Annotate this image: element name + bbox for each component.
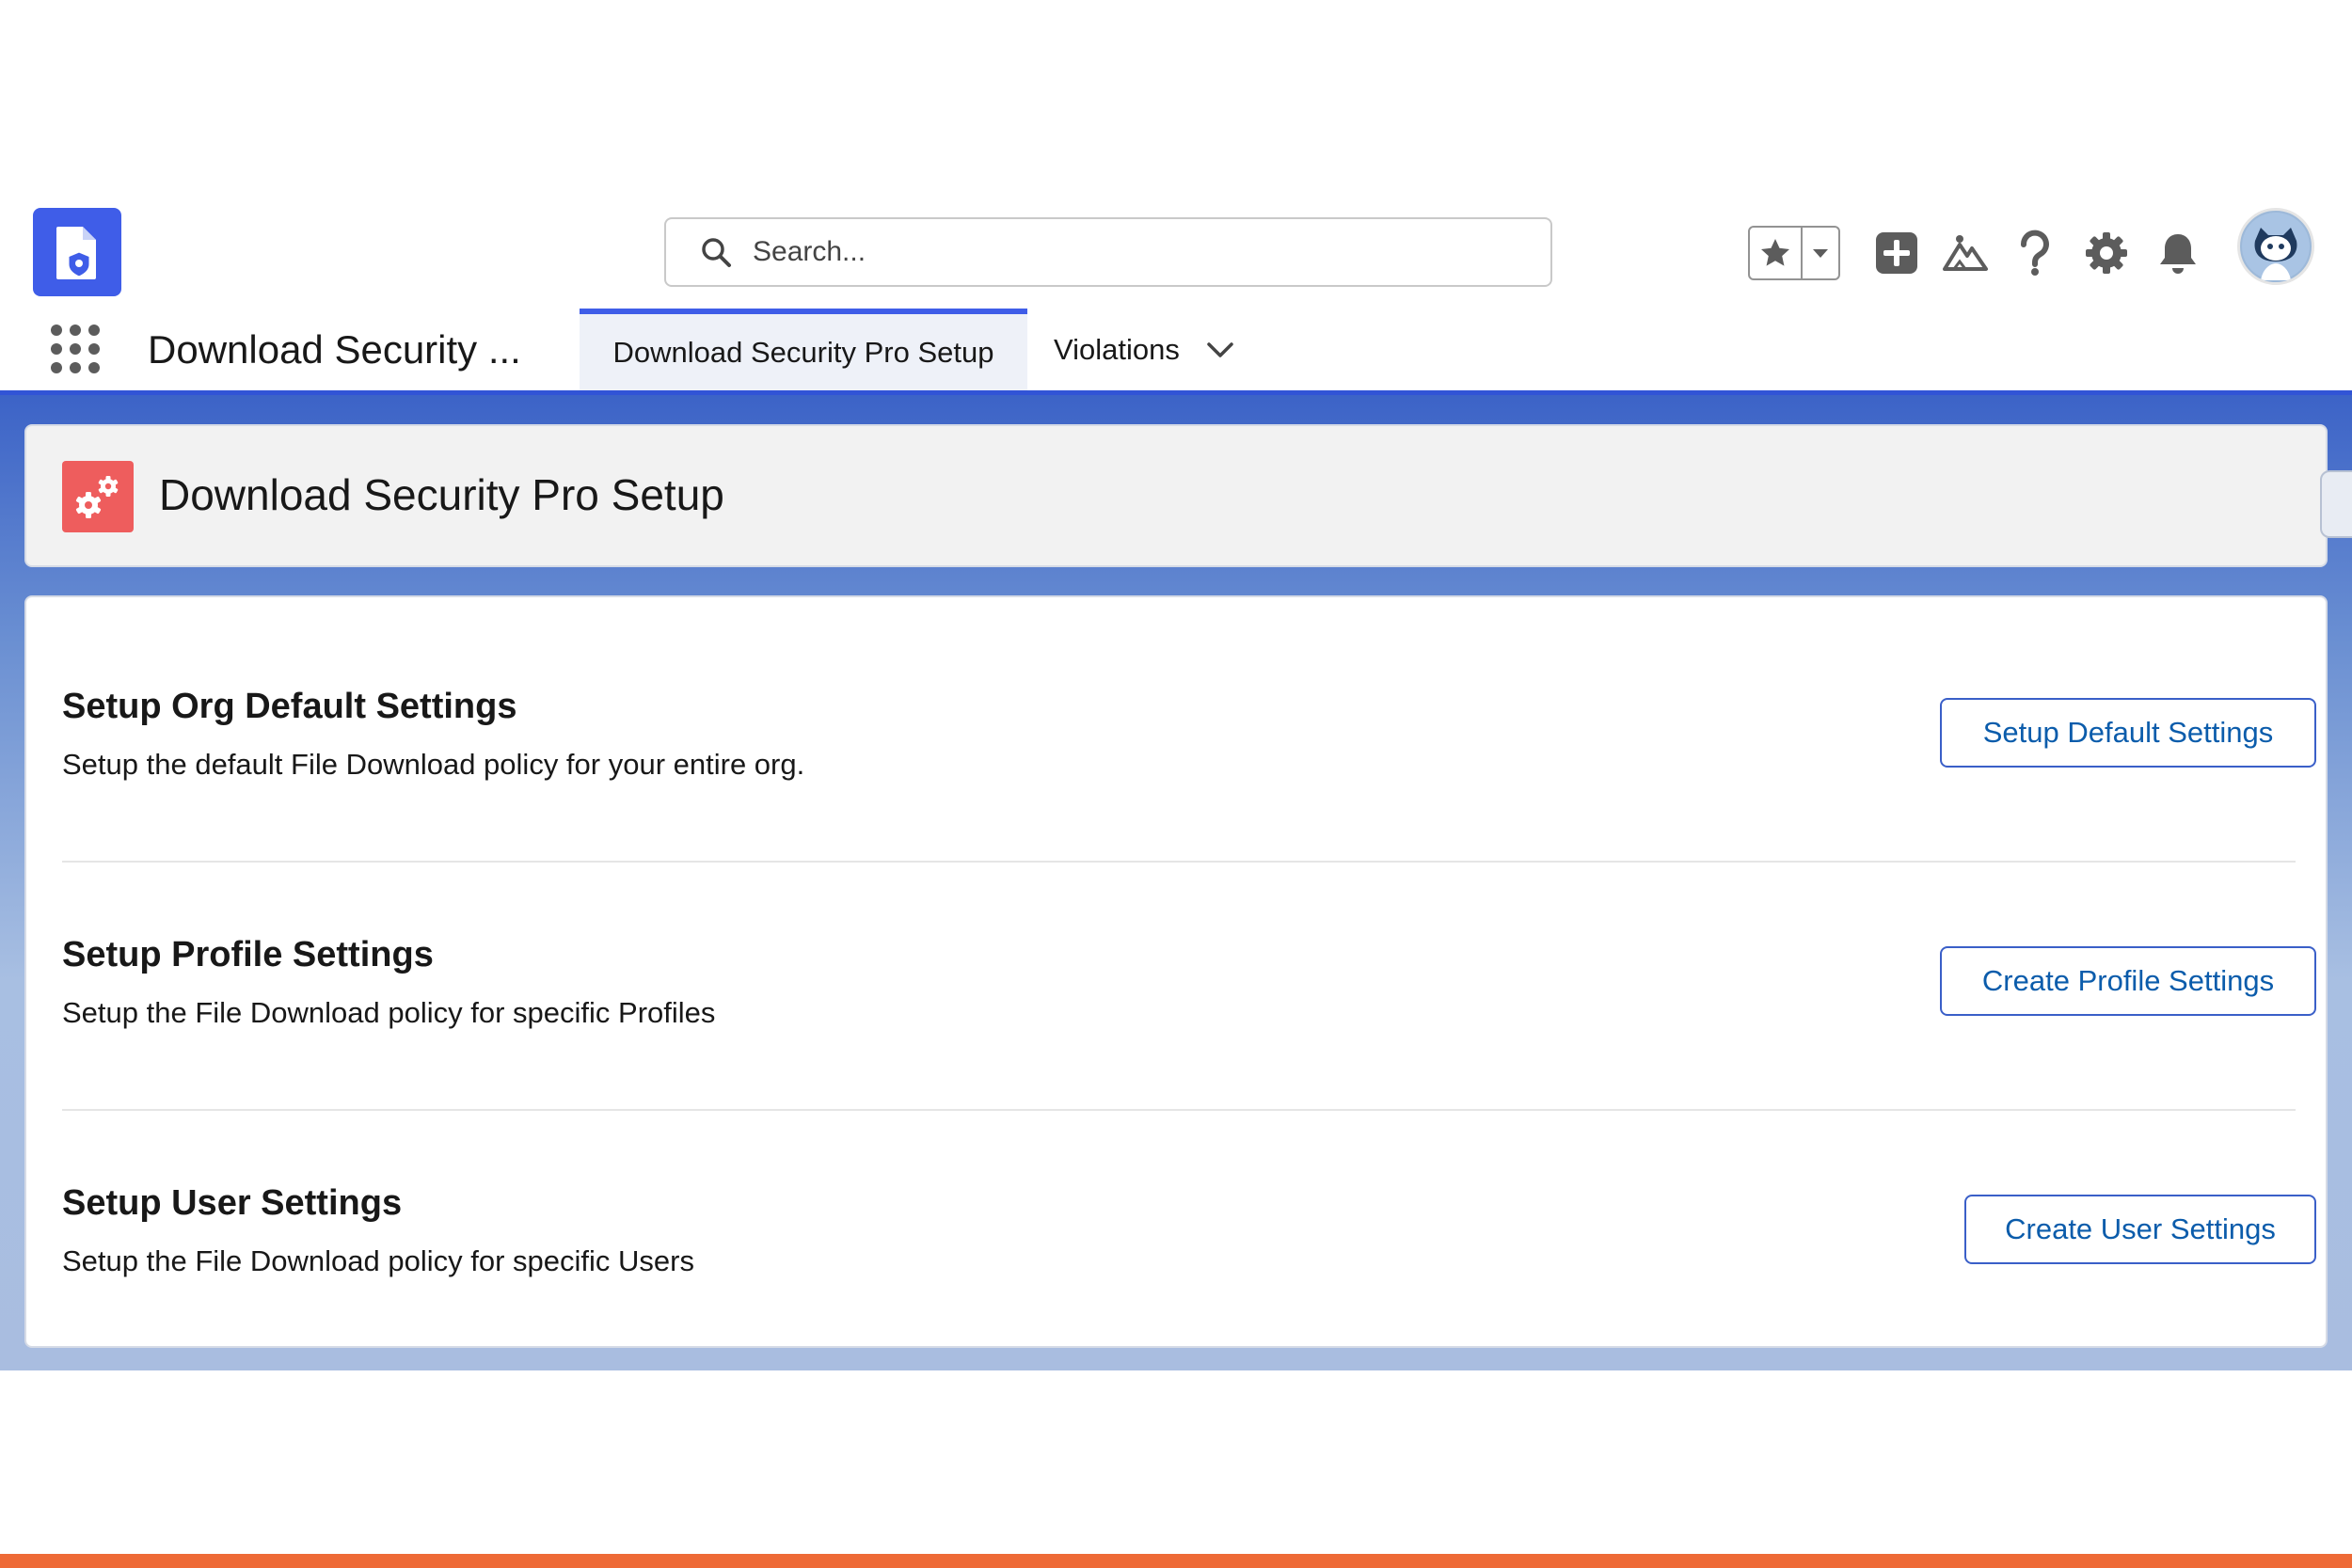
page-header: Download Security Pro Setup — [24, 424, 2328, 567]
tab-violations[interactable]: Violations — [1054, 309, 1234, 391]
app-name: Download Security ... — [148, 327, 521, 372]
panel-toggle-handle[interactable] — [2320, 470, 2352, 538]
favorites-button[interactable] — [1750, 228, 1803, 278]
app-launcher-button[interactable] — [49, 323, 102, 375]
trailhead-button[interactable] — [1936, 224, 1994, 282]
section-user: Setup User Settings Setup the File Downl… — [62, 1183, 2316, 1287]
divider — [62, 861, 2296, 863]
setup-button[interactable] — [2077, 224, 2136, 282]
bottom-strip — [0, 1554, 2352, 1568]
add-icon — [1876, 232, 1917, 274]
gear-icon — [2086, 232, 2127, 274]
notifications-button[interactable] — [2149, 224, 2207, 282]
create-user-settings-button[interactable]: Create User Settings — [1964, 1195, 2316, 1264]
page-title: Download Security Pro Setup — [159, 470, 724, 519]
section-title: Setup Profile Settings — [62, 935, 434, 974]
trailhead-icon — [1943, 235, 1988, 271]
global-actions-button[interactable] — [1867, 224, 1926, 282]
star-icon — [1761, 239, 1789, 266]
search-icon — [702, 238, 731, 267]
help-button[interactable] — [2006, 224, 2064, 282]
setup-default-settings-button[interactable]: Setup Default Settings — [1940, 698, 2316, 768]
divider — [62, 1109, 2296, 1111]
help-icon — [2020, 230, 2049, 276]
avatar[interactable] — [2237, 208, 2314, 285]
search-box[interactable] — [664, 217, 1552, 287]
tab-download-security-pro-setup[interactable]: Download Security Pro Setup — [580, 309, 1027, 391]
favorites-button-group — [1748, 226, 1840, 280]
tab-label: Download Security Pro Setup — [612, 336, 994, 369]
section-description: Setup the File Download policy for speci… — [62, 996, 716, 1029]
favorites-menu-button[interactable] — [1803, 228, 1838, 278]
section-description: Setup the default File Download policy f… — [62, 748, 805, 781]
section-profile: Setup Profile Settings Setup the File Do… — [62, 935, 2316, 1038]
section-title: Setup Org Default Settings — [62, 687, 517, 726]
section-title: Setup User Settings — [62, 1183, 403, 1223]
section-org-default: Setup Org Default Settings Setup the def… — [62, 687, 2316, 790]
chevron-down-icon — [1813, 249, 1828, 258]
tab-label: Violations — [1054, 333, 1180, 366]
global-header: Download Security ... Download Security … — [0, 188, 2352, 391]
bell-icon — [2160, 234, 2196, 274]
gears-icon — [62, 461, 134, 532]
settings-card: Setup Org Default Settings Setup the def… — [24, 595, 2328, 1348]
section-description: Setup the File Download policy for speci… — [62, 1244, 694, 1277]
chevron-down-icon[interactable] — [1206, 341, 1234, 359]
file-shield-icon — [56, 227, 96, 279]
app-logo[interactable] — [33, 208, 121, 296]
search-input[interactable] — [751, 235, 1522, 269]
astro-avatar-icon — [2242, 213, 2310, 280]
create-profile-settings-button[interactable]: Create Profile Settings — [1940, 946, 2316, 1016]
